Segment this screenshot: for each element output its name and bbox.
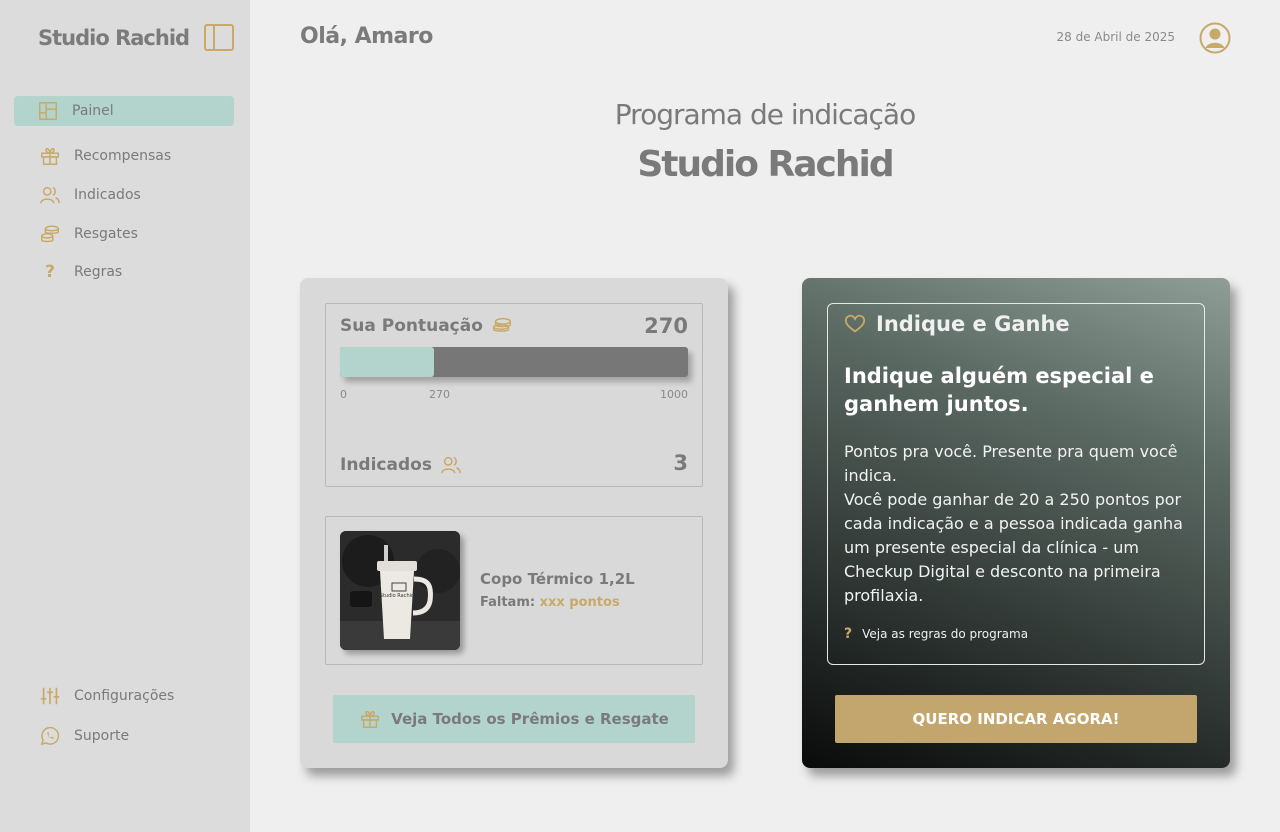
score-label: Sua Pontuação xyxy=(340,316,483,336)
coins-icon xyxy=(492,317,511,332)
current-date: 28 de Abril de 2025 xyxy=(1056,30,1176,44)
referral-promo-card: Indique e Ganhe Indique alguém especial … xyxy=(802,278,1230,768)
score-value: 270 xyxy=(644,314,688,338)
reward-remaining-label: Faltam: xyxy=(480,595,536,610)
refer-now-button[interactable]: QUERO INDICAR AGORA! xyxy=(835,695,1197,743)
sidebar-item-label: Regras xyxy=(74,264,123,280)
reward-image: Studio Rachid xyxy=(340,531,460,650)
promo-body: Pontos pra você. Presente pra quem você … xyxy=(844,440,1194,608)
sidebar-item-label: Resgates xyxy=(74,226,138,242)
heart-icon xyxy=(844,314,866,333)
progress-max-label: 1000 xyxy=(660,388,688,401)
page-title: Programa de indicação xyxy=(614,98,916,131)
score-heading: Sua Pontuação xyxy=(340,315,513,337)
reward-name: Copo Térmico 1,2L xyxy=(480,570,635,588)
view-prizes-button[interactable]: Veja Todos os Prêmios e Resgate xyxy=(333,695,695,743)
users-icon xyxy=(441,456,461,474)
sidebar-item-label: Indicados xyxy=(74,187,141,203)
sidebar-item-label: Suporte xyxy=(74,728,130,744)
points-card: Sua Pontuação 270 0 270 1000 Indicados 3 xyxy=(300,278,728,768)
promo-heading: Indique e Ganhe xyxy=(844,312,1070,336)
referrals-value: 3 xyxy=(673,451,688,475)
sidebar-item-indicados[interactable]: Indicados xyxy=(14,180,234,210)
promo-body-line-1: Pontos pra você. Presente pra quem você … xyxy=(844,442,1178,485)
sidebar-item-resgates[interactable]: Resgates xyxy=(14,219,234,249)
sidebar: Studio Rachid Painel Recompensas Indicad… xyxy=(0,0,250,832)
sidebar-toggle-icon[interactable] xyxy=(204,24,234,51)
rules-link[interactable]: ? Veja as regras do programa xyxy=(844,626,1028,642)
progress-min-label: 0 xyxy=(340,388,347,401)
users-icon xyxy=(38,183,62,207)
sidebar-brand: Studio Rachid xyxy=(38,26,190,50)
reward-remaining: Faltam: xxx pontos xyxy=(480,595,620,610)
score-panel: Sua Pontuação 270 0 270 1000 Indicados 3 xyxy=(325,303,703,487)
sidebar-item-label: Recompensas xyxy=(74,148,172,164)
reward-remaining-value: xxx pontos xyxy=(539,595,620,610)
question-icon: ? xyxy=(45,262,55,282)
promo-headline: Indique alguém especial e ganhem juntos. xyxy=(844,364,1154,416)
promo-panel: Indique e Ganhe Indique alguém especial … xyxy=(827,303,1205,665)
sidebar-item-regras[interactable]: ? Regras xyxy=(14,257,234,287)
points-progress-bar xyxy=(340,347,688,377)
page-brand: Studio Rachid xyxy=(637,144,894,185)
referrals-heading: Indicados xyxy=(340,454,462,476)
promo-title: Indique e Ganhe xyxy=(876,312,1070,336)
user-avatar-icon[interactable] xyxy=(1199,22,1231,54)
cup-print: Studio Rachid xyxy=(380,593,414,599)
sidebar-item-label: Configurações xyxy=(74,688,175,704)
greeting: Olá, Amaro xyxy=(300,24,433,49)
coins-icon xyxy=(38,222,62,246)
referrals-label: Indicados xyxy=(340,455,432,475)
view-prizes-label: Veja Todos os Prêmios e Resgate xyxy=(391,710,669,728)
sliders-icon xyxy=(38,684,62,708)
sidebar-item-label: Painel xyxy=(72,103,114,119)
question-icon: ? xyxy=(844,626,853,642)
gift-icon xyxy=(361,710,380,728)
sidebar-item-painel[interactable]: Painel xyxy=(14,96,234,126)
sidebar-item-recompensas[interactable]: Recompensas xyxy=(14,141,234,171)
panel-icon xyxy=(36,99,60,123)
rules-link-label: Veja as regras do programa xyxy=(862,627,1029,641)
gift-icon xyxy=(38,144,62,168)
promo-body-line-2: Você pode ganhar de 20 a 250 pontos por … xyxy=(844,490,1183,605)
progress-fill xyxy=(340,347,434,377)
progress-current-label: 270 xyxy=(429,388,450,401)
sidebar-item-suporte[interactable]: Suporte xyxy=(14,721,234,751)
sidebar-item-configuracoes[interactable]: Configurações xyxy=(14,681,234,711)
whatsapp-icon xyxy=(38,724,62,748)
next-reward-panel[interactable]: Studio Rachid Copo Térmico 1,2L Faltam: … xyxy=(325,516,703,665)
